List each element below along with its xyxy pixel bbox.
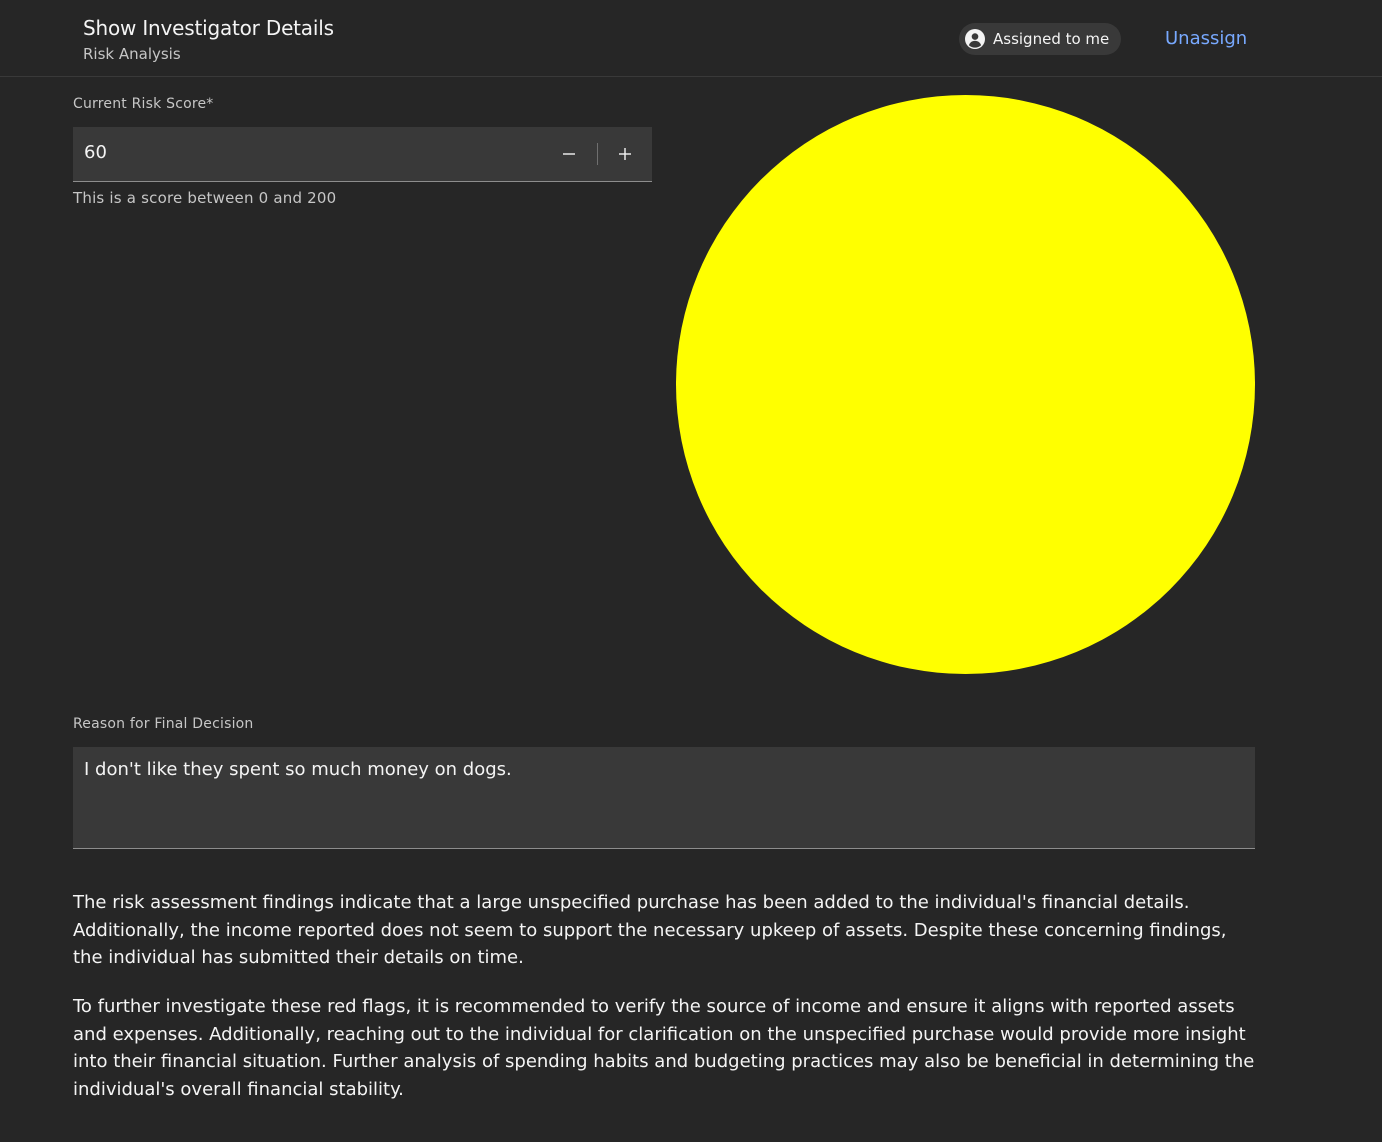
- assigned-label: Assigned to me: [993, 30, 1110, 48]
- unassign-link[interactable]: Unassign: [1165, 28, 1247, 49]
- plus-icon: [619, 148, 631, 160]
- user-avatar-icon: [965, 29, 985, 49]
- risk-score-helper: This is a score between 0 and 200: [73, 189, 337, 207]
- risk-indicator-fill: [676, 95, 1255, 674]
- page-header: Show Investigator Details Risk Analysis …: [0, 0, 1382, 77]
- risk-score-value[interactable]: 60: [84, 142, 107, 163]
- risk-score-input[interactable]: 60: [73, 127, 652, 182]
- assigned-tag: Assigned to me: [959, 23, 1122, 55]
- risk-indicator-circle: [676, 95, 1255, 674]
- reason-value[interactable]: I don't like they spent so much money on…: [84, 759, 512, 780]
- risk-score-label: Current Risk Score*: [73, 96, 214, 112]
- minus-icon: [563, 153, 575, 155]
- reason-label: Reason for Final Decision: [73, 716, 254, 732]
- summary-paragraph-2: To further investigate these red flags, …: [73, 996, 1255, 1100]
- increment-button[interactable]: [598, 127, 652, 181]
- summary-paragraph-1: The risk assessment findings indicate th…: [73, 892, 1227, 968]
- reason-textarea[interactable]: I don't like they spent so much money on…: [73, 747, 1255, 849]
- page-title: Show Investigator Details: [83, 16, 334, 40]
- decrement-button[interactable]: [542, 127, 596, 181]
- page-subtitle: Risk Analysis: [83, 45, 181, 63]
